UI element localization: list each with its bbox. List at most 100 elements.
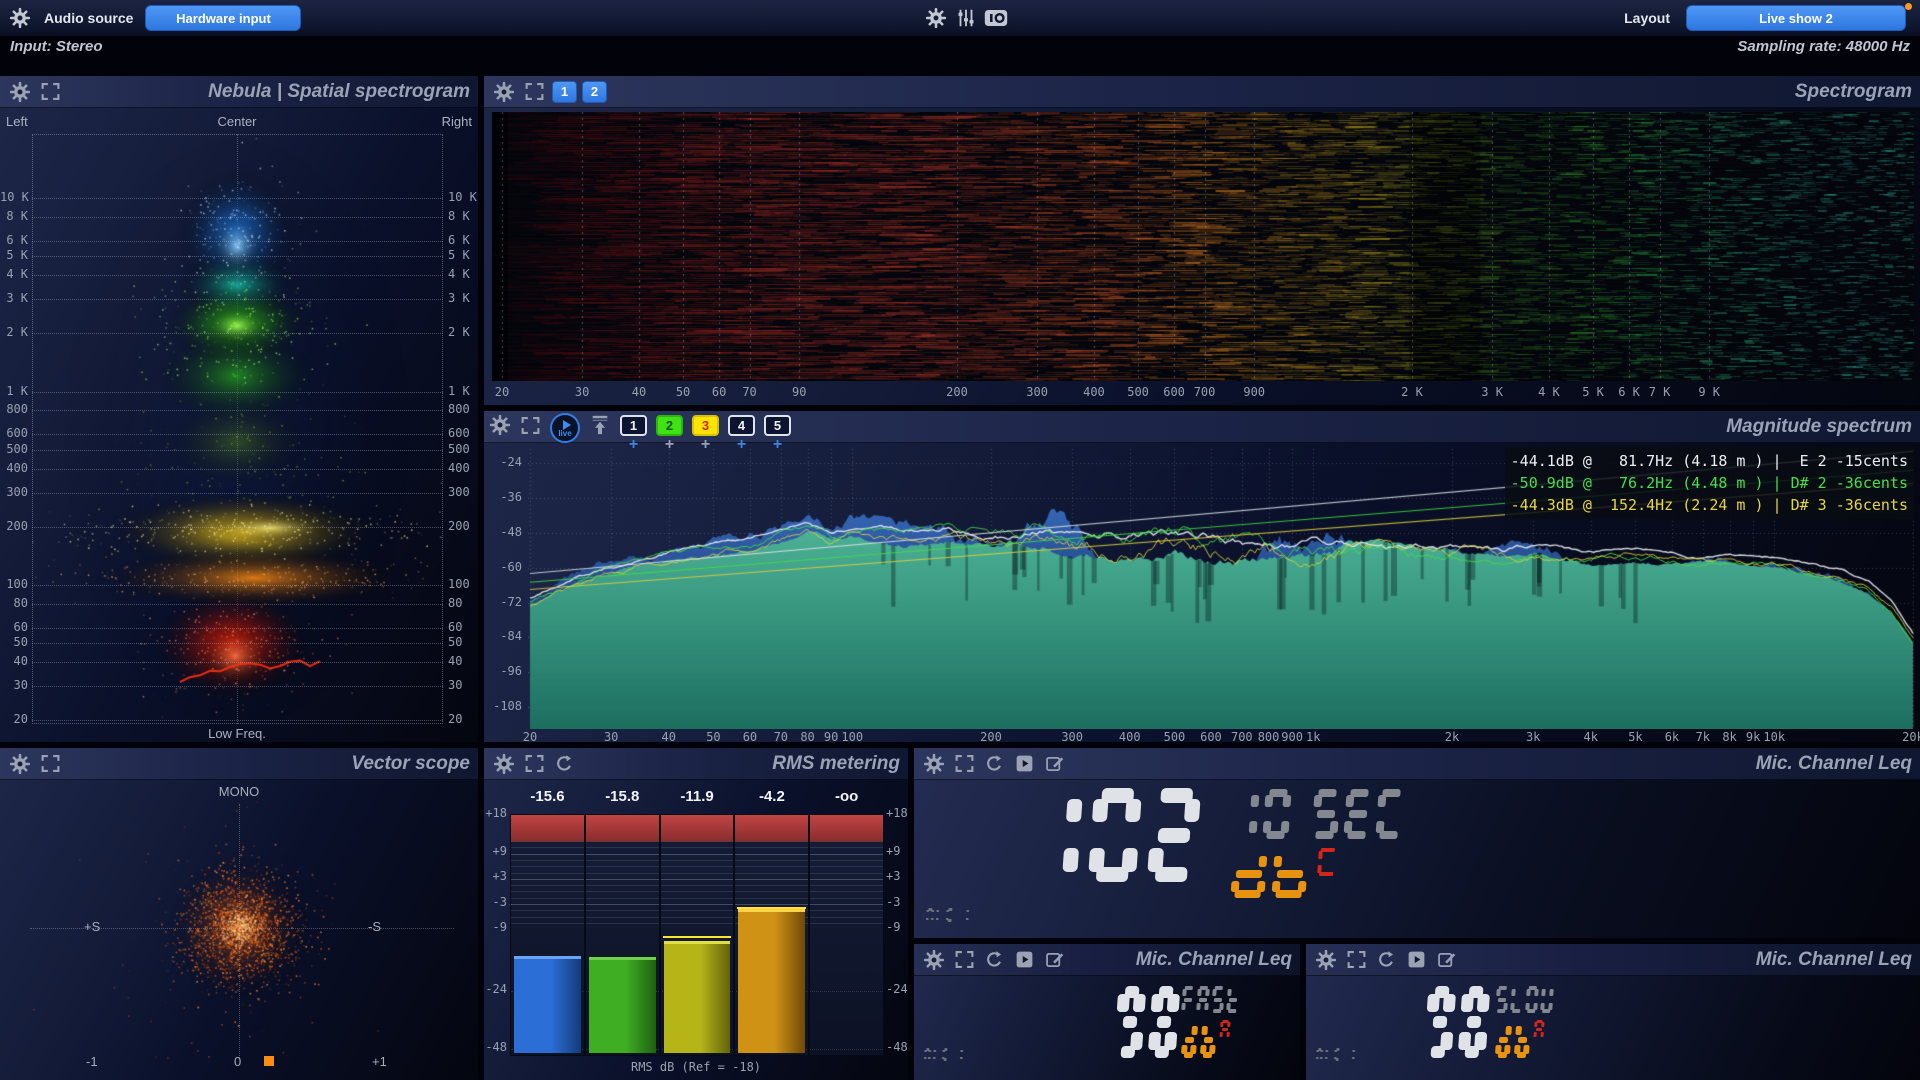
nebula-canvas[interactable] — [32, 134, 443, 724]
sliders-icon[interactable] — [954, 6, 978, 30]
freq-tick-label: 8 K — [0, 209, 28, 223]
meter-scale-label: -9 — [886, 920, 900, 934]
freq-tick-label: 2k — [1445, 730, 1459, 744]
add-curve-button[interactable]: + — [701, 438, 710, 452]
meter-scale-label: +9 — [886, 844, 900, 858]
hardware-input-button[interactable]: Hardware input — [145, 5, 301, 31]
sampling-rate-label: Sampling rate: 48000 Hz — [1737, 38, 1910, 62]
freq-tick-label: 40 — [448, 654, 462, 668]
spectrogram-canvas[interactable] — [492, 112, 1914, 381]
leq-slow-header: Mic. Channel Leq — [1306, 944, 1920, 976]
meter-bar — [664, 941, 731, 1053]
gear-icon[interactable] — [8, 80, 32, 104]
spectrum-slot-1: 1+ — [620, 415, 647, 452]
readout-row: -44.1dB @ 81.7Hz (4.18 m ) | E 2 -15cent… — [1511, 450, 1908, 472]
slot-button-4[interactable]: 4 — [728, 415, 755, 436]
gear-icon[interactable] — [488, 413, 512, 437]
nebula-gridline — [32, 469, 443, 470]
expand-icon[interactable] — [38, 752, 62, 776]
gear-icon[interactable] — [492, 752, 516, 776]
play-icon[interactable] — [1012, 948, 1036, 972]
nebula-gridline — [32, 720, 443, 721]
gear-icon[interactable] — [8, 752, 32, 776]
freq-tick-label: 20k — [1902, 730, 1920, 744]
freq-tick-label: 500 — [448, 442, 470, 456]
expand-icon[interactable] — [522, 752, 546, 776]
nebula-panel: Nebula | Spatial spectrogram Left Center… — [0, 76, 478, 742]
freq-tick-label: 100 — [0, 577, 28, 591]
meter-scale-label: -3 — [886, 895, 900, 909]
freq-tick-label: 50 — [448, 635, 462, 649]
gear-icon[interactable] — [8, 6, 32, 30]
gear-icon[interactable] — [922, 948, 946, 972]
freq-tick-label: 900 — [1243, 385, 1265, 399]
play-icon[interactable] — [1404, 948, 1428, 972]
expand-icon[interactable] — [1344, 948, 1368, 972]
expand-icon[interactable] — [952, 752, 976, 776]
rms-value: -15.8 — [585, 788, 660, 805]
reset-icon[interactable] — [552, 752, 576, 776]
leq-channel-label — [1316, 1048, 1358, 1061]
add-curve-button[interactable]: + — [665, 438, 674, 452]
live-button[interactable]: live — [550, 413, 580, 443]
add-curve-button[interactable]: + — [773, 438, 782, 452]
balance-marker[interactable] — [264, 1056, 274, 1066]
live-show-button[interactable]: Live show 2 — [1686, 5, 1906, 31]
freq-tick-label: 3 K — [1481, 385, 1503, 399]
reset-icon[interactable] — [1374, 948, 1398, 972]
edit-icon[interactable] — [1042, 948, 1066, 972]
spectrum-slot-4: 4+ — [728, 415, 755, 452]
meter-scale-label: +9 — [484, 844, 507, 858]
edit-icon[interactable] — [1042, 752, 1066, 776]
minus-s-label: -S — [368, 919, 381, 934]
readout-row: -50.9dB @ 76.2Hz (4.48 m ) | D# 2 -36cen… — [1511, 472, 1908, 494]
slot-button-2[interactable]: 2 — [656, 415, 683, 436]
view-button-2[interactable]: 2 — [582, 81, 607, 103]
meter-bar — [738, 909, 805, 1053]
freq-tick-label: 20 — [448, 712, 462, 726]
notification-dot — [1905, 3, 1912, 10]
add-curve-button[interactable]: + — [737, 438, 746, 452]
expand-icon[interactable] — [518, 413, 542, 437]
slot-button-3[interactable]: 3 — [692, 415, 719, 436]
reset-icon[interactable] — [982, 752, 1006, 776]
freq-tick-label: 6k — [1665, 730, 1679, 744]
expand-icon[interactable] — [952, 948, 976, 972]
nebula-header: Nebula | Spatial spectrogram — [0, 76, 478, 108]
axis-label-right: Right — [442, 114, 472, 129]
leq-channel-label — [924, 1048, 966, 1061]
leq-unit-display — [1230, 850, 1315, 898]
slot-button-5[interactable]: 5 — [764, 415, 791, 436]
reset-icon[interactable] — [982, 948, 1006, 972]
meter-bar — [514, 956, 581, 1053]
freq-tick-label: 4k — [1584, 730, 1598, 744]
slot-button-1[interactable]: 1 — [620, 415, 647, 436]
freq-tick-label: 300 — [1026, 385, 1048, 399]
leq-window-display — [1495, 986, 1557, 1013]
db-tick-label: -84 — [484, 629, 522, 643]
gear-icon[interactable] — [1314, 948, 1338, 972]
view-button-1[interactable]: 1 — [552, 81, 577, 103]
rms-value: -4.2 — [734, 788, 809, 805]
panel-title: RMS metering — [772, 753, 900, 775]
gear-icon[interactable] — [922, 752, 946, 776]
io-icon[interactable] — [984, 6, 1008, 30]
nebula-gridline — [32, 585, 443, 586]
spectrum-slot-2: 2+ — [656, 415, 683, 452]
freq-tick-label: 7 K — [1649, 385, 1671, 399]
meter-scale-label: -9 — [484, 920, 507, 934]
play-icon[interactable] — [1012, 752, 1036, 776]
db-tick-label: -96 — [484, 664, 522, 678]
expand-icon[interactable] — [38, 80, 62, 104]
arrowtop-icon[interactable] — [588, 413, 612, 437]
gear-icon[interactable] — [492, 80, 516, 104]
add-curve-button[interactable]: + — [629, 438, 638, 452]
layout-label: Layout — [1624, 10, 1670, 26]
expand-icon[interactable] — [522, 80, 546, 104]
edit-icon[interactable] — [1434, 948, 1458, 972]
gear-icon[interactable] — [924, 6, 948, 30]
leq-value-display — [1029, 788, 1213, 882]
leq-fast-header: Mic. Channel Leq — [914, 944, 1300, 976]
audio-analyzer-app: Audio source Hardware input Layout Live … — [0, 0, 1920, 1080]
freq-tick-label: 600 — [1163, 385, 1185, 399]
